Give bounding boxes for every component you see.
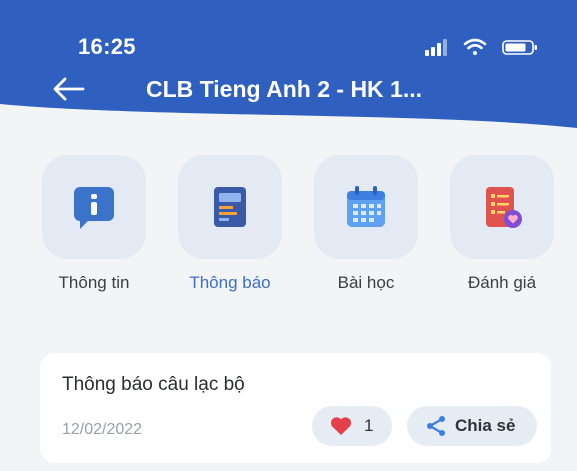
evaluation-icon (486, 187, 522, 228)
tile-box (178, 155, 282, 259)
like-button[interactable]: 1 (312, 406, 392, 446)
announcement-card[interactable]: Thông báo câu lạc bộ 12/02/2022 1 Chia s… (40, 353, 551, 463)
share-label: Chia sẻ (455, 416, 516, 435)
tile-box (42, 155, 146, 259)
info-icon (74, 187, 114, 229)
share-icon (427, 416, 445, 436)
battery-icon (502, 40, 537, 55)
share-button[interactable]: Chia sẻ (407, 406, 537, 446)
header-background (0, 0, 577, 128)
tile-label: Thông tin (58, 273, 130, 292)
heart-icon (330, 417, 352, 435)
calendar-icon (347, 186, 385, 227)
tile-box (314, 155, 418, 259)
signal-icon (425, 39, 447, 56)
status-time: 16:25 (78, 34, 136, 59)
tile-label: Bài học (337, 273, 395, 292)
announcement-icon (214, 187, 246, 227)
status-icons (425, 38, 537, 56)
tile-label: Thông báo (189, 273, 271, 292)
page-title: CLB Tieng Anh 2 - HK 1... (146, 76, 423, 102)
wifi-icon (463, 38, 487, 55)
back-arrow-icon[interactable] (52, 76, 86, 102)
app-header: 16:25 CLB Tieng Anh 2 - HK 1... (0, 0, 577, 140)
tile-box (450, 155, 554, 259)
like-count: 1 (364, 416, 374, 435)
tile-label: Đánh giá (467, 273, 537, 292)
card-title: Thông báo câu lạc bộ (62, 374, 245, 395)
post-date: 12/02/2022 (62, 421, 143, 438)
